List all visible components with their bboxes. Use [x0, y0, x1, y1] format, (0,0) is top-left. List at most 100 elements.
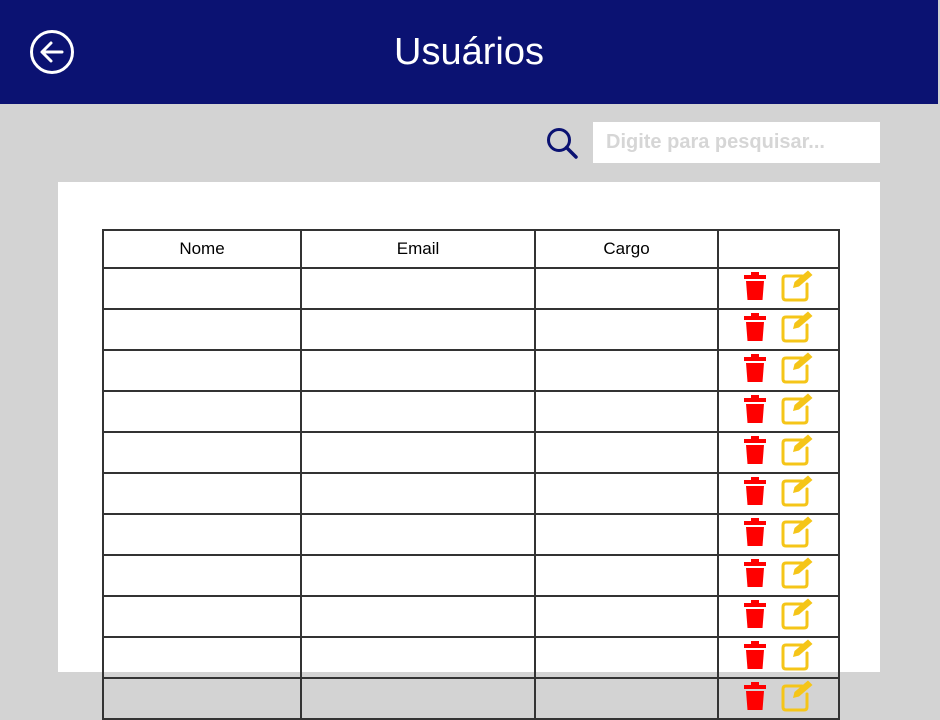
edit-icon	[780, 311, 814, 348]
edit-icon	[780, 598, 814, 635]
search-input[interactable]	[593, 122, 880, 163]
cell-cargo	[534, 513, 719, 556]
cell-cargo	[534, 390, 719, 433]
edit-button[interactable]	[780, 392, 814, 431]
edit-icon	[780, 475, 814, 512]
edit-button[interactable]	[780, 556, 814, 595]
delete-button[interactable]	[743, 600, 766, 633]
delete-button[interactable]	[743, 395, 766, 428]
cell-nome	[102, 431, 302, 474]
trash-icon	[743, 477, 766, 509]
cell-nome	[102, 349, 302, 392]
cell-actions	[717, 554, 840, 597]
table-header-row: Nome Email Cargo	[102, 229, 840, 269]
cell-email	[300, 308, 536, 351]
users-table-body	[102, 267, 840, 720]
cell-email	[300, 267, 536, 310]
cell-email	[300, 513, 536, 556]
cell-nome	[102, 513, 302, 556]
edit-button[interactable]	[780, 433, 814, 472]
cell-nome	[102, 267, 302, 310]
trash-icon	[743, 436, 766, 468]
trash-icon	[743, 313, 766, 345]
edit-icon	[780, 516, 814, 553]
cell-cargo	[534, 472, 719, 515]
trash-icon	[743, 395, 766, 427]
delete-button[interactable]	[743, 436, 766, 469]
delete-button[interactable]	[743, 477, 766, 510]
delete-button[interactable]	[743, 354, 766, 387]
users-table: Nome Email Cargo	[102, 229, 840, 720]
delete-button[interactable]	[743, 682, 766, 715]
cell-email	[300, 431, 536, 474]
table-row	[102, 390, 840, 433]
app-header: Usuários	[0, 0, 938, 104]
cell-actions	[717, 513, 840, 556]
cell-nome	[102, 554, 302, 597]
cell-cargo	[534, 267, 719, 310]
cell-email	[300, 349, 536, 392]
cell-nome	[102, 595, 302, 638]
cell-actions	[717, 677, 840, 720]
column-header-email: Email	[300, 229, 536, 269]
cell-cargo	[534, 431, 719, 474]
column-header-actions	[717, 229, 840, 269]
cell-email	[300, 554, 536, 597]
edit-icon	[780, 393, 814, 430]
cell-cargo	[534, 308, 719, 351]
table-row	[102, 554, 840, 597]
edit-button[interactable]	[780, 351, 814, 390]
cell-actions	[717, 472, 840, 515]
edit-button[interactable]	[780, 638, 814, 677]
trash-icon	[743, 559, 766, 591]
edit-button[interactable]	[780, 515, 814, 554]
column-header-cargo: Cargo	[534, 229, 719, 269]
edit-icon	[780, 680, 814, 717]
cell-cargo	[534, 677, 719, 720]
delete-button[interactable]	[743, 313, 766, 346]
edit-icon	[780, 270, 814, 307]
cell-nome	[102, 390, 302, 433]
cell-cargo	[534, 349, 719, 392]
edit-button[interactable]	[780, 474, 814, 513]
cell-nome	[102, 677, 302, 720]
cell-nome	[102, 472, 302, 515]
table-row	[102, 677, 840, 720]
cell-nome	[102, 308, 302, 351]
search-icon[interactable]	[545, 126, 579, 160]
trash-icon	[743, 600, 766, 632]
edit-icon	[780, 557, 814, 594]
edit-icon	[780, 352, 814, 389]
delete-button[interactable]	[743, 518, 766, 551]
edit-button[interactable]	[780, 310, 814, 349]
edit-button[interactable]	[780, 269, 814, 308]
cell-cargo	[534, 554, 719, 597]
table-row	[102, 513, 840, 556]
delete-button[interactable]	[743, 272, 766, 305]
cell-email	[300, 595, 536, 638]
cell-actions	[717, 595, 840, 638]
delete-button[interactable]	[743, 641, 766, 674]
table-row	[102, 472, 840, 515]
cell-email	[300, 677, 536, 720]
table-row	[102, 595, 840, 638]
users-panel: Nome Email Cargo	[58, 182, 880, 720]
cell-actions	[717, 390, 840, 433]
cell-actions	[717, 349, 840, 392]
trash-icon	[743, 272, 766, 304]
cell-email	[300, 472, 536, 515]
page-title: Usuários	[394, 31, 544, 73]
table-row	[102, 267, 840, 310]
edit-icon	[780, 434, 814, 471]
trash-icon	[743, 354, 766, 386]
trash-icon	[743, 641, 766, 673]
delete-button[interactable]	[743, 559, 766, 592]
cell-actions	[717, 267, 840, 310]
edit-button[interactable]	[780, 597, 814, 636]
edit-button[interactable]	[780, 679, 814, 718]
table-row	[102, 308, 840, 351]
cell-actions	[717, 431, 840, 474]
column-header-nome: Nome	[102, 229, 302, 269]
trash-icon	[743, 518, 766, 550]
cell-actions	[717, 308, 840, 351]
